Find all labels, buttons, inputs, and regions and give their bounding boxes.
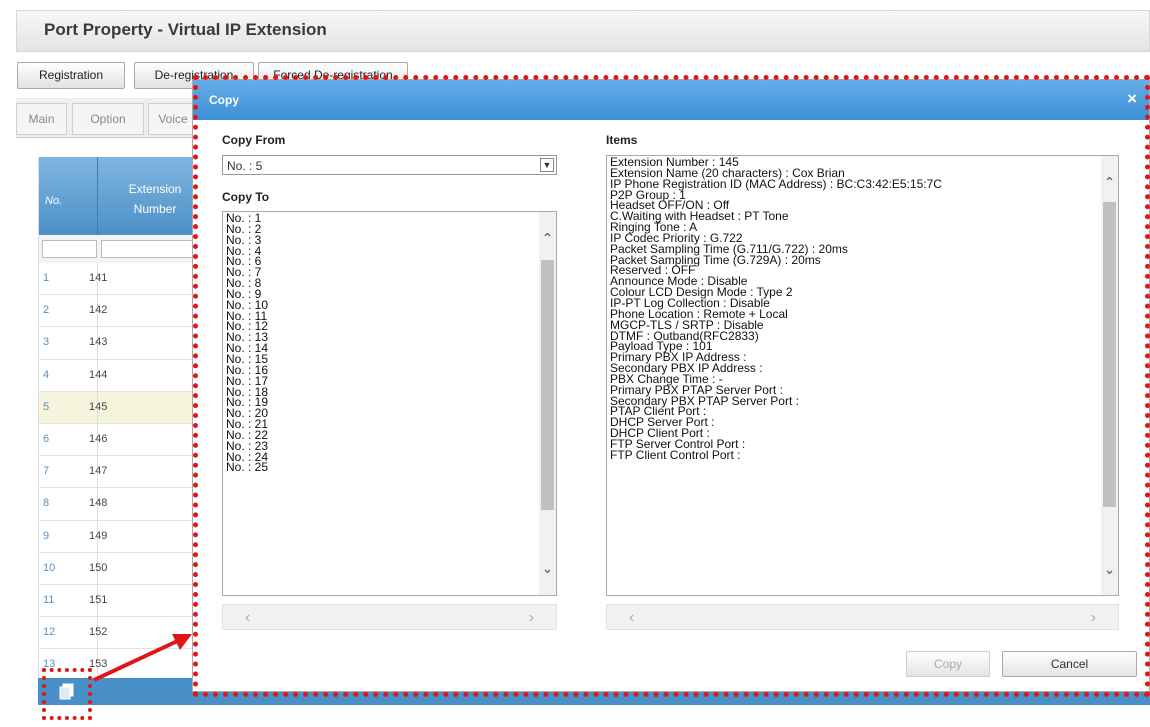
copy-to-hscrollbar[interactable]: ‹ › <box>222 604 557 630</box>
row-extension: 143 <box>89 336 108 349</box>
copy-to-lines: No. : 1 No. : 2 No. : 3 No. : 4 No. : 6 No. :… <box>226 212 268 473</box>
chevron-down-icon[interactable]: ⌄ <box>539 560 556 577</box>
row-number: 6 <box>43 432 50 445</box>
row-number: 1 <box>43 272 50 284</box>
copy-to-scrollbar[interactable]: ⌃ ⌄ <box>539 212 556 595</box>
table-row[interactable]: 6 146 <box>39 423 192 457</box>
tab-option[interactable]: Option <box>72 103 144 135</box>
row-number: 7 <box>43 465 50 478</box>
extension-grid: No. Extension Number 1 141 2 142 3 143 4 144 5 14… <box>38 157 193 682</box>
row-number: 10 <box>43 561 56 574</box>
copy-from-value: No. : 5 <box>227 159 263 173</box>
chevron-up-icon[interactable]: ⌃ <box>539 230 556 247</box>
grid-header: No. Extension Number <box>39 157 192 235</box>
table-row[interactable]: 1 141 <box>39 263 192 296</box>
row-extension: 150 <box>89 561 108 574</box>
table-row[interactable]: 2 142 <box>39 295 192 328</box>
row-number: 12 <box>43 626 56 639</box>
column-header-no[interactable]: No. <box>45 195 62 207</box>
row-number: 5 <box>43 400 50 413</box>
row-extension: 144 <box>89 368 108 381</box>
cancel-button[interactable]: Cancel <box>1002 651 1137 677</box>
copy-from-label: Copy From <box>222 133 286 147</box>
table-row[interactable]: 10 150 <box>39 552 192 585</box>
row-extension: 147 <box>89 465 108 478</box>
table-row[interactable]: 8 148 <box>39 488 192 521</box>
row-number: 2 <box>43 304 50 317</box>
chevron-down-icon[interactable]: ⌄ <box>1101 561 1118 578</box>
dialog-title: Copy <box>209 93 239 107</box>
row-number: 9 <box>43 529 50 542</box>
copy-from-select[interactable]: No. : 5 ▼ <box>222 155 557 175</box>
items-hscrollbar[interactable]: ‹ › <box>606 604 1119 630</box>
chevron-right-icon[interactable]: › <box>529 609 534 627</box>
filter-row <box>39 235 193 263</box>
grid-rows: 1 141 2 142 3 143 4 144 5 145 6 146 7 147 8 148 9 149 10 15… <box>39 263 192 682</box>
arrow-icon <box>93 634 192 682</box>
column-header-extension-number[interactable]: Extension Number <box>115 179 195 219</box>
row-number: 4 <box>43 368 50 381</box>
copy-dialog: Copy × Copy From No. : 5 ▼ Copy To No. :… <box>192 79 1150 692</box>
table-row[interactable]: 4 144 <box>39 359 192 392</box>
row-extension: 142 <box>89 304 108 317</box>
items-list[interactable]: Extension Number : 145 Extension Name (20… <box>606 155 1119 596</box>
items-scroll-thumb[interactable] <box>1103 202 1116 507</box>
close-icon[interactable]: × <box>1127 89 1137 109</box>
copy-button[interactable]: Copy <box>906 651 990 677</box>
row-number: 11 <box>43 593 55 606</box>
page-title: Port Property - Virtual IP Extension <box>44 20 327 39</box>
table-row[interactable]: 5 145 <box>39 391 192 424</box>
copy-to-item[interactable]: No. : 25 <box>226 461 268 473</box>
copy-to-label: Copy To <box>222 190 270 204</box>
row-extension: 148 <box>89 497 108 510</box>
table-row[interactable]: 11 151 <box>39 584 192 618</box>
tab-main[interactable]: Main <box>16 103 67 135</box>
table-row[interactable]: 7 147 <box>39 456 192 489</box>
items-lines: Extension Number : 145 Extension Name (20… <box>610 156 942 461</box>
filter-no-input[interactable] <box>42 240 97 258</box>
chevron-left-icon[interactable]: ‹ <box>245 609 250 627</box>
row-extension: 146 <box>89 432 108 445</box>
filter-extension-input[interactable] <box>101 240 193 258</box>
table-row[interactable]: 3 143 <box>39 327 192 360</box>
items-label: Items <box>606 133 638 147</box>
row-number: 8 <box>43 497 50 510</box>
copy-to-list[interactable]: No. : 1 No. : 2 No. : 3 No. : 4 No. : 6 No. :… <box>222 211 557 596</box>
row-number: 3 <box>43 336 50 349</box>
row-extension: 149 <box>89 529 108 542</box>
registration-button[interactable]: Registration <box>17 62 125 89</box>
row-extension: 151 <box>89 593 108 606</box>
chevron-down-icon[interactable]: ▼ <box>540 158 554 172</box>
row-extension: 141 <box>89 272 108 284</box>
table-row[interactable]: 9 149 <box>39 520 192 553</box>
chevron-left-icon[interactable]: ‹ <box>629 609 634 627</box>
items-scrollbar[interactable]: ⌃ ⌄ <box>1101 156 1118 595</box>
dialog-title-bar: Copy × <box>193 80 1149 120</box>
tab-voice[interactable]: Voice <box>148 103 198 135</box>
copy-to-scroll-thumb[interactable] <box>541 260 554 510</box>
chevron-up-icon[interactable]: ⌃ <box>1101 174 1118 191</box>
item-entry[interactable]: FTP Client Control Port : <box>610 449 942 461</box>
chevron-right-icon[interactable]: › <box>1091 609 1096 627</box>
row-extension: 145 <box>89 400 108 413</box>
